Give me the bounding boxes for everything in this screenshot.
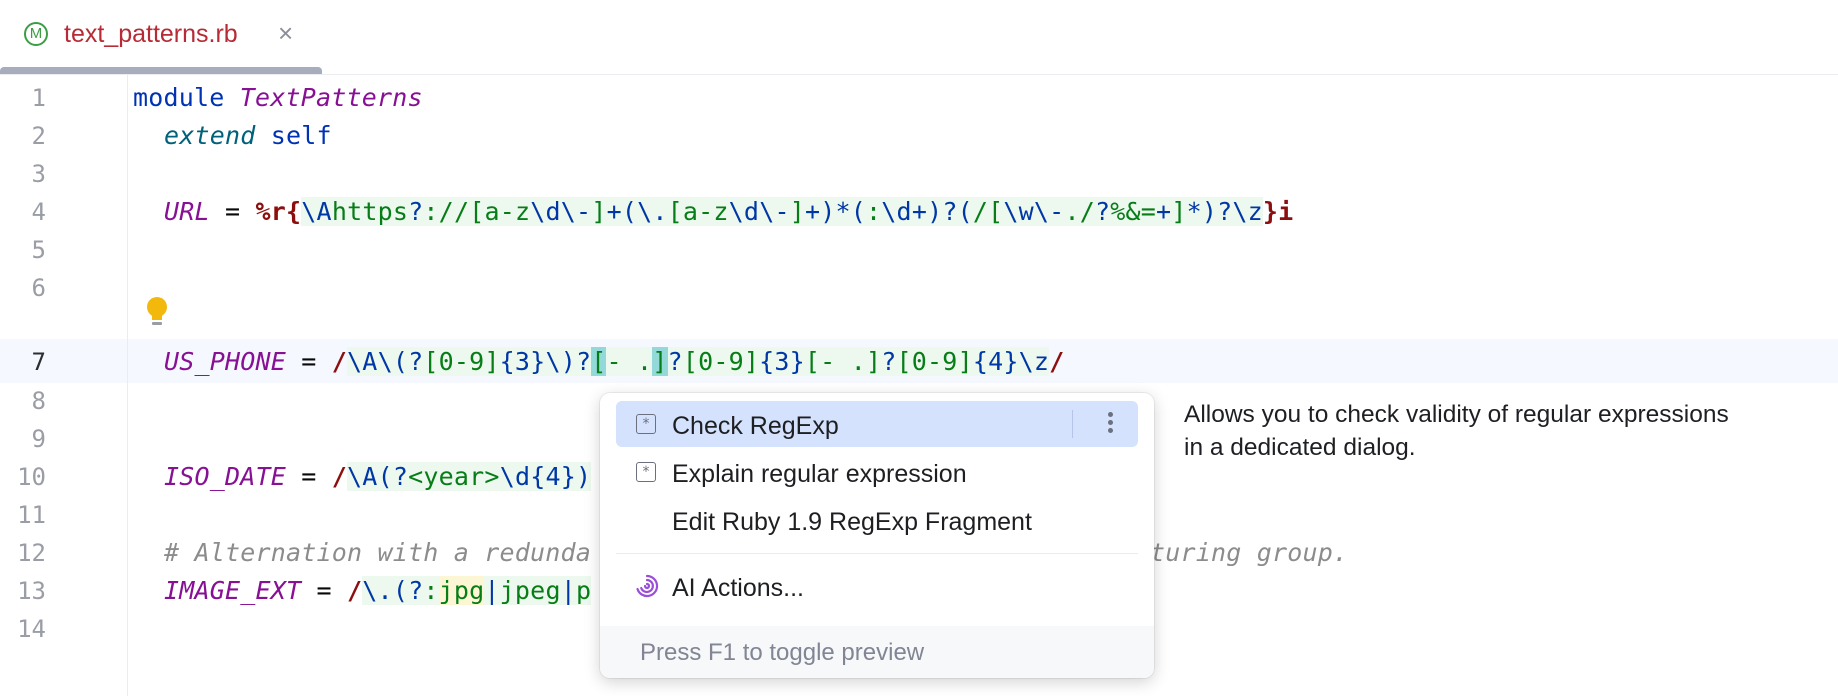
line-number: 5 (31, 236, 46, 264)
tab-title: text_patterns.rb (64, 20, 238, 48)
intention-bulb-icon[interactable] (144, 295, 170, 329)
active-tab-indicator (0, 67, 322, 74)
footer-hint: Press F1 to toggle preview (640, 639, 925, 666)
line-number: 11 (17, 501, 46, 529)
code-text: US_PHONE = /\A\(?[0-9]{3}\)?[- .]?[0-9]{… (164, 347, 1065, 376)
line-number: 2 (31, 122, 46, 150)
code-text: extend self (133, 121, 332, 150)
ai-spiral-icon (636, 574, 659, 598)
line-number: 14 (17, 615, 46, 643)
menu-item-label: Edit Ruby 1.9 RegExp Fragment (672, 508, 1032, 536)
menu-item-label: AI Actions... (672, 574, 805, 602)
ruby-module-icon: M (24, 22, 48, 46)
line-number: 6 (31, 274, 46, 302)
code-text: IMAGE_EXT = /\.(?:jpg|jpeg|p (164, 576, 592, 605)
line-number: 1 (31, 84, 46, 112)
code-comment: # Alternation with a redunda (164, 538, 592, 567)
self-keyword: self (270, 121, 332, 150)
more-options-icon[interactable] (1107, 409, 1113, 439)
menu-item-check-regexp[interactable]: * Check RegExp (616, 401, 1138, 447)
code-line: 6 (0, 265, 1838, 309)
tab-text-patterns[interactable]: M text_patterns.rb × (0, 0, 322, 74)
code-text: URL = %r{\Ahttps?://[a-z\d\-]+(\.[a-z\d\… (164, 197, 1294, 226)
close-icon[interactable]: × (278, 18, 293, 49)
line-number: 7 (31, 348, 46, 376)
description-line: Allows you to check validity of regular … (1184, 401, 1729, 428)
line-number: 8 (31, 387, 46, 415)
menu-item-ai-actions[interactable]: AI Actions... (616, 563, 1138, 609)
regexp-icon: * (636, 414, 656, 434)
code-comment-tail: turing group. (1150, 538, 1349, 567)
menu-item-label: Check RegExp (672, 412, 839, 440)
extend-call: extend (164, 121, 256, 150)
line-number: 13 (17, 577, 46, 605)
keyword-module: module (133, 83, 225, 112)
menu-separator (616, 553, 1138, 554)
menu-item-edit-fragment[interactable]: Edit Ruby 1.9 RegExp Fragment (616, 497, 1138, 543)
intention-description: Allows you to check validity of regular … (1184, 398, 1824, 464)
popup-footer: Press F1 to toggle preview (600, 626, 1154, 678)
line-number: 10 (17, 463, 46, 491)
code-text: module TextPatterns (133, 83, 423, 112)
code-line-current: 7 US_PHONE = /\A\(?[0-9]{3}\)?[- .]?[0-9… (0, 339, 1838, 383)
line-number: 9 (31, 425, 46, 453)
line-number: 4 (31, 198, 46, 226)
code-text: ISO_DATE = /\A(?<year>\d{4}) (164, 462, 592, 491)
intention-actions-popup: * Check RegExp * Explain regular express… (600, 393, 1154, 678)
description-line: in a dedicated dialog. (1184, 434, 1416, 461)
line-number: 3 (31, 160, 46, 188)
item-divider (1072, 410, 1073, 438)
module-name: TextPatterns (239, 83, 423, 112)
menu-item-explain-regex[interactable]: * Explain regular expression (616, 449, 1138, 495)
editor-tab-bar: M text_patterns.rb × (0, 0, 1838, 75)
menu-item-label: Explain regular expression (672, 460, 967, 488)
line-number: 12 (17, 539, 46, 567)
regexp-icon: * (636, 462, 656, 482)
